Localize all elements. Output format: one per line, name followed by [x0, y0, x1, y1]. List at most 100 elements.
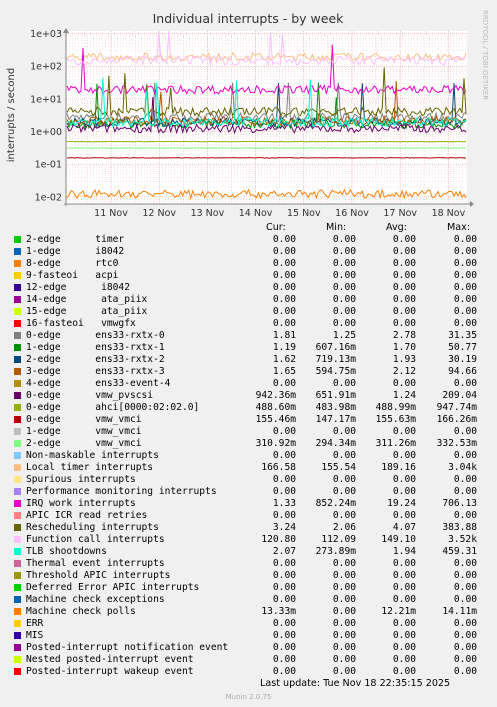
legend-row: Threshold APIC interrupts 0.00 0.00 0.00 0.0… [0, 570, 497, 582]
legend-max: 0.00 [453, 510, 477, 521]
legend-row: 1-edge i8042 0.00 0.00 0.00 0.00 [0, 246, 497, 258]
series-line [66, 147, 467, 149]
legend-label: 8-edge rtc0 [26, 258, 119, 269]
y-tick-label: 1e-01 [35, 160, 62, 171]
y-axis-arrow [63, 28, 69, 33]
legend-avg: 155.63m [375, 414, 416, 425]
legend-avg: 0.00 [392, 630, 416, 641]
legend-avg: 311.26m [375, 438, 416, 449]
x-tick-label: 15 Nov [287, 208, 321, 219]
legend-max: 0.00 [453, 486, 477, 497]
legend-label: MIS [26, 630, 44, 641]
legend-swatch [14, 476, 21, 483]
legend-avg: 189.16 [381, 462, 416, 473]
y-tick-label: 1e+03 [30, 29, 62, 40]
legend-avg: 0.00 [392, 282, 416, 293]
legend-row: Thermal event interrupts 0.00 0.00 0.00 0.00 [0, 558, 497, 570]
legend-label: Deferred Error APIC interrupts [26, 582, 200, 593]
legend-avg: 0.00 [392, 594, 416, 605]
legend-max: 0.00 [453, 666, 477, 677]
legend-swatch [14, 572, 21, 579]
legend-max: 94.66 [448, 366, 477, 377]
legend-row: 15-edge ata_piix 0.00 0.00 0.00 0.00 [0, 306, 497, 318]
x-tick-label: 12 Nov [142, 208, 176, 219]
legend-label: 0-edge vmw_pvscsi [26, 390, 154, 401]
legend-label: Thermal event interrupts [26, 558, 165, 569]
legend-label: Rescheduling interrupts [26, 522, 159, 533]
legend-max: 0.00 [453, 378, 477, 389]
legend-label: TLB shootdowns [26, 546, 107, 557]
y-tick-label: 1e+01 [30, 94, 62, 105]
y-tick-label: 1e-02 [35, 192, 62, 203]
legend-max: 0.00 [453, 654, 477, 665]
legend-avg: 0.00 [392, 642, 416, 653]
legend-row: Machine check polls 13.33m 0.00 12.21m 14.11… [0, 606, 497, 618]
legend-avg: 1.94 [392, 546, 416, 557]
legend-avg: 0.00 [392, 270, 416, 281]
legend-row: 12-edge i8042 0.00 0.00 0.00 0.00 [0, 282, 497, 294]
legend-avg: 2.12 [392, 366, 416, 377]
legend-avg: 0.00 [392, 666, 416, 677]
x-tick-label: 14 Nov [239, 208, 273, 219]
legend-swatch [14, 548, 21, 555]
legend-swatch [14, 512, 21, 519]
legend-max: 0.00 [453, 294, 477, 305]
legend-swatch [14, 392, 21, 399]
legend-swatch [14, 488, 21, 495]
legend-max: 332.53m [436, 438, 477, 449]
legend-avg: 1.24 [392, 390, 416, 401]
legend-label: 14-edge ata_piix [26, 294, 148, 305]
legend-swatch [14, 644, 21, 651]
legend-max: 0.00 [453, 582, 477, 593]
legend-row: Rescheduling interrupts 3.24 2.06 4.07 383.8… [0, 522, 497, 534]
legend-swatch [14, 296, 21, 303]
legend-label: Threshold APIC interrupts [26, 570, 171, 581]
last-update: Last update: Tue Nov 18 22:35:15 2025 [260, 678, 451, 689]
legend-row: 16-fasteoi vmwgfx 0.00 0.00 0.00 0.00 [0, 318, 497, 330]
legend-avg: 12.21m [381, 606, 416, 617]
legend-avg: 2.78 [392, 330, 416, 341]
legend-max: 14.11m [442, 606, 477, 617]
legend-max: 0.00 [453, 270, 477, 281]
legend-swatch [14, 308, 21, 315]
legend-avg: 0.00 [392, 378, 416, 389]
legend-row: APIC ICR read retries 0.00 0.00 0.00 0.00 [0, 510, 497, 522]
legend-avg: 1.93 [392, 354, 416, 365]
legend-row: 14-edge ata_piix 0.00 0.00 0.00 0.00 [0, 294, 497, 306]
legend-row: Performance monitoring interrupts 0.00 0.0… [0, 486, 497, 498]
legend-max: 50.77 [448, 342, 477, 353]
x-axis-arrow [470, 201, 474, 207]
legend-row: Function call interrupts 120.80 112.09 149.… [0, 534, 497, 546]
legend-swatch [14, 536, 21, 543]
legend-swatch [14, 356, 21, 363]
legend-max: 209.04 [442, 390, 477, 401]
legend-label: Posted-interrupt wakeup event [26, 666, 194, 677]
legend-max: 0.00 [453, 570, 477, 581]
footer: Munin 2.0.75 [225, 693, 272, 701]
series-line [67, 140, 467, 143]
legend-row: Machine check exceptions 0.00 0.00 0.00 0.00 [0, 594, 497, 606]
legend-label: Nested posted-interrupt event [26, 654, 194, 665]
header-cur: Cur: [266, 222, 286, 233]
legend-row: 1-edge vmw_vmci 0.00 0.00 0.00 0.00 [0, 426, 497, 438]
legend-swatch [14, 500, 21, 507]
legend-label: 2-edge ens33-rxtx-2 [26, 354, 165, 365]
legend-max: 706.13 [442, 498, 477, 509]
legend-swatch [14, 596, 21, 603]
legend-row: Local timer interrupts 166.58 155.54 189.16… [0, 462, 497, 474]
legend-max: 166.26m [436, 414, 477, 425]
legend-max: 3.04k [448, 462, 477, 473]
legend-avg: 0.00 [392, 450, 416, 461]
legend-swatch [14, 284, 21, 291]
legend-avg: 0.00 [392, 294, 416, 305]
legend-max: 30.19 [448, 354, 477, 365]
legend-label: ERR [26, 618, 44, 629]
legend-row: 0-edge ens33-rxtx-0 1.81 1.25 2.78 31.35 [0, 330, 497, 342]
legend-swatch [14, 452, 21, 459]
legend-swatch [14, 608, 21, 615]
legend-row: Posted-interrupt notification event 0.00 0… [0, 642, 497, 654]
legend-max: 0.00 [453, 450, 477, 461]
legend-avg: 0.00 [392, 486, 416, 497]
legend-row: 9-fasteoi acpi 0.00 0.00 0.00 0.00 [0, 270, 497, 282]
legend-max: 0.00 [453, 618, 477, 629]
